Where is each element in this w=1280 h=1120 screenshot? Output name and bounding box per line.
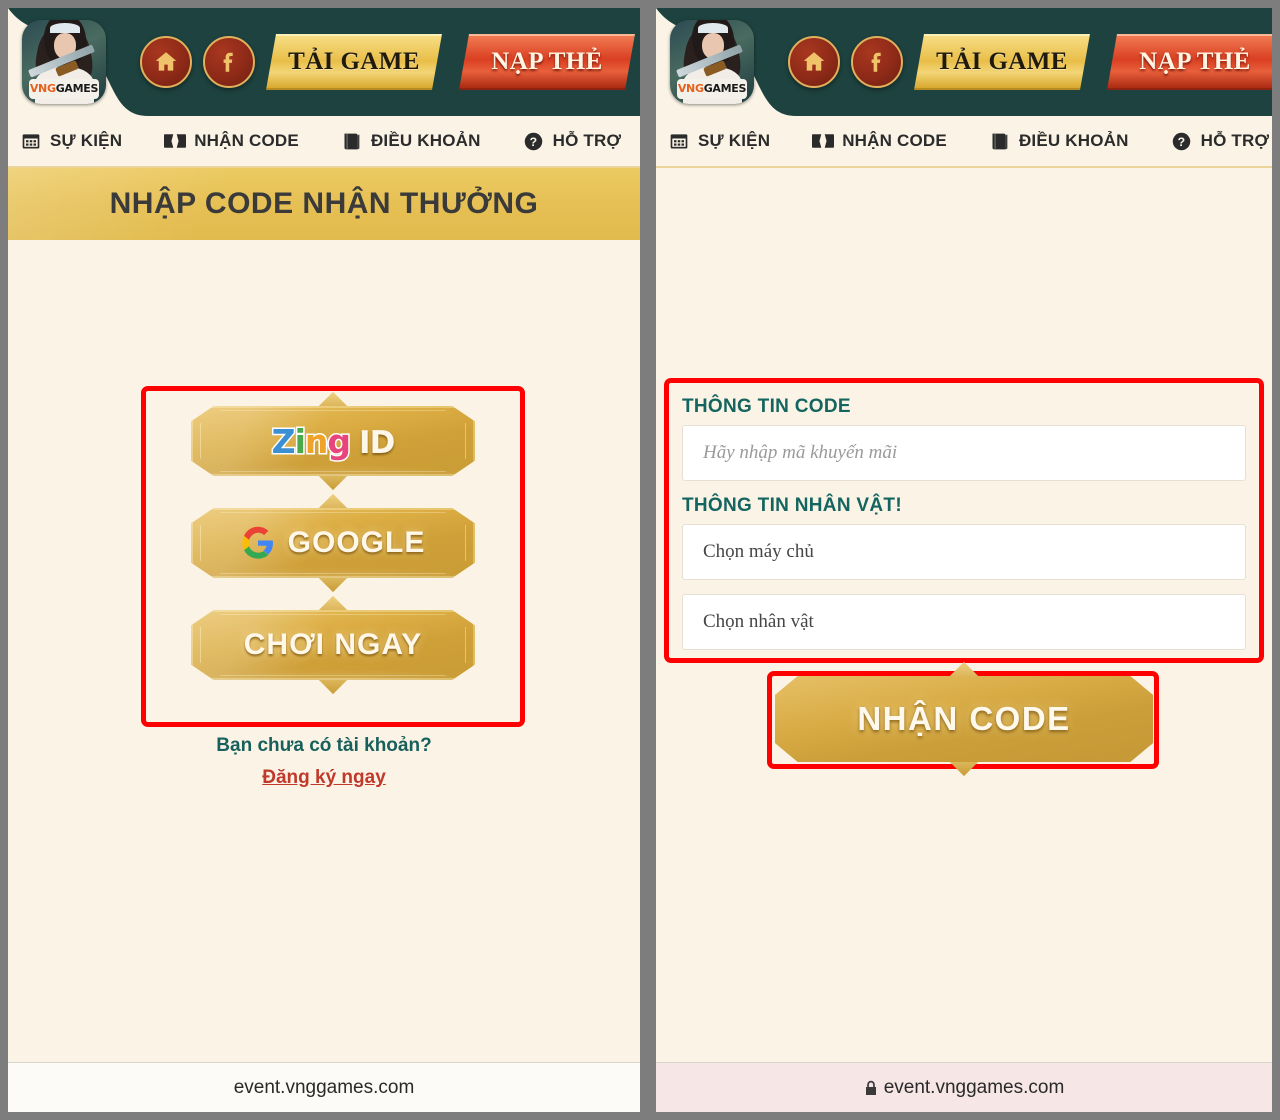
- topup-button[interactable]: NẠP THẺ: [1107, 34, 1272, 90]
- question-circle-icon: ?: [523, 130, 545, 152]
- login-google-button[interactable]: GOOGLE: [191, 508, 475, 578]
- nav-item-ho-tro[interactable]: ? HỖ TRỢ: [1171, 130, 1270, 152]
- server-select[interactable]: Chọn máy chủ: [682, 524, 1246, 580]
- home-button[interactable]: [788, 36, 840, 88]
- lock-icon: [864, 1080, 878, 1096]
- nav-item-su-kien[interactable]: SỰ KIỆN: [20, 130, 122, 152]
- login-zing-id-button[interactable]: Zi n g ID: [191, 406, 475, 476]
- facebook-icon: [223, 52, 233, 72]
- code-input[interactable]: Hãy nhập mã khuyến mãi: [682, 425, 1246, 481]
- ticket-icon: [812, 130, 835, 152]
- nav-label: HỖ TRỢ: [552, 131, 622, 150]
- games-text: GAMES: [55, 82, 99, 96]
- game-logo-icon[interactable]: VNG GAMES: [22, 20, 106, 104]
- zing-id-logo: Zi n g ID: [270, 420, 395, 462]
- nav-item-su-kien[interactable]: SỰ KIỆN: [668, 130, 770, 152]
- svg-text:?: ?: [530, 134, 538, 148]
- vnggames-logo-text: VNG GAMES: [676, 78, 748, 99]
- right-footer-url: event.vnggames.com: [883, 1076, 1065, 1098]
- page-title-banner: NHẬP CODE NHẬN THƯỞNG: [8, 168, 640, 240]
- submit-code-button[interactable]: NHẬN CODE: [775, 676, 1153, 762]
- right-browser-footer: event.vnggames.com: [656, 1062, 1272, 1112]
- play-now-label: CHƠI NGAY: [243, 628, 423, 661]
- character-select[interactable]: Chọn nhân vật: [682, 594, 1246, 650]
- topup-label: NẠP THẺ: [491, 48, 603, 75]
- nav-label: SỰ KIỆN: [50, 131, 123, 150]
- screenshot-stage: VNG GAMES TẢI GAME NẠP THẺ SỰ KIỆN NHẬN …: [0, 0, 1280, 1120]
- zing-letter-z: Z: [270, 420, 297, 462]
- calendar-icon: [668, 130, 690, 152]
- zing-letter-i: i: [293, 420, 307, 462]
- play-now-button-wrap: CHƠI NGAY: [191, 595, 475, 695]
- code-form: THÔNG TIN CODE Hãy nhập mã khuyến mãi TH…: [666, 380, 1262, 668]
- nav-item-dieu-khoan[interactable]: ĐIỀU KHOẢN: [341, 130, 481, 152]
- download-game-label: TẢI GAME: [936, 48, 1068, 75]
- nav-item-nhan-code[interactable]: NHẬN CODE: [164, 130, 299, 152]
- google-g-icon: [242, 526, 273, 559]
- submit-button-wrap: NHẬN CODE: [775, 661, 1153, 777]
- main-navigation: SỰ KIỆN NHẬN CODE ĐIỀU KHOẢN ? HỖ TRỢ: [656, 116, 1272, 168]
- question-circle-icon: ?: [1171, 130, 1193, 152]
- topup-label: NẠP THẺ: [1139, 48, 1251, 75]
- register-link[interactable]: Đăng ký ngay: [8, 767, 640, 789]
- games-text: GAMES: [703, 82, 747, 96]
- nav-label: HỖ TRỢ: [1200, 131, 1270, 150]
- zing-id-button-wrap: Zi n g ID: [191, 391, 475, 491]
- login-options-group: Zi n g ID GOOGLE CHƠI NGAY: [143, 388, 523, 725]
- right-content-area: THÔNG TIN CODE Hãy nhập mã khuyến mãi TH…: [656, 168, 1272, 1062]
- svg-text:?: ?: [1178, 134, 1186, 148]
- facebook-button[interactable]: [851, 36, 903, 88]
- nav-item-dieu-khoan[interactable]: ĐIỀU KHOẢN: [989, 130, 1129, 152]
- home-icon: [155, 52, 177, 71]
- vng-text: VNG: [677, 82, 704, 96]
- ticket-icon: [164, 130, 187, 152]
- nav-item-nhan-code[interactable]: NHẬN CODE: [812, 130, 947, 152]
- download-game-button[interactable]: TẢI GAME: [266, 34, 442, 90]
- topup-button[interactable]: NẠP THẺ: [459, 34, 635, 90]
- home-icon: [803, 52, 825, 71]
- book-icon: [989, 130, 1011, 152]
- left-browser-panel: VNG GAMES TẢI GAME NẠP THẺ SỰ KIỆN NHẬN …: [8, 8, 640, 1112]
- nav-label: ĐIỀU KHOẢN: [370, 131, 481, 150]
- code-section-label: THÔNG TIN CODE: [682, 396, 851, 417]
- main-navigation: SỰ KIỆN NHẬN CODE ĐIỀU KHOẢN ? HỖ TRỢ: [8, 116, 640, 168]
- left-footer-url: event.vnggames.com: [233, 1076, 415, 1098]
- home-button[interactable]: [140, 36, 192, 88]
- nav-item-ho-tro[interactable]: ? HỖ TRỢ: [523, 130, 622, 152]
- zing-letter-n: n: [303, 420, 329, 462]
- google-label: GOOGLE: [287, 526, 426, 559]
- nav-label: ĐIỀU KHOẢN: [1018, 131, 1129, 150]
- book-icon: [341, 130, 363, 152]
- submit-code-label: NHẬN CODE: [857, 700, 1071, 737]
- nav-label: NHẬN CODE: [842, 131, 947, 150]
- nav-label: NHẬN CODE: [194, 131, 299, 150]
- zing-letter-g: g: [326, 420, 353, 462]
- google-button-wrap: GOOGLE: [191, 493, 475, 593]
- vng-text: VNG: [29, 82, 56, 96]
- page-title: NHẬP CODE NHẬN THƯỞNG: [109, 187, 539, 220]
- vnggames-logo-text: VNG GAMES: [28, 78, 100, 99]
- calendar-icon: [20, 130, 42, 152]
- download-game-button[interactable]: TẢI GAME: [914, 34, 1090, 90]
- no-account-text: Bạn chưa có tài khoản?: [216, 735, 432, 756]
- left-browser-footer: event.vnggames.com: [8, 1062, 640, 1112]
- right-browser-panel: VNG GAMES TẢI GAME NẠP THẺ SỰ KIỆN NHẬN …: [656, 8, 1272, 1112]
- facebook-button[interactable]: [203, 36, 255, 88]
- site-header: VNG GAMES TẢI GAME NẠP THẺ: [8, 8, 640, 116]
- game-logo-icon[interactable]: VNG GAMES: [670, 20, 754, 104]
- zing-id-suffix: ID: [359, 424, 395, 461]
- site-header: VNG GAMES TẢI GAME NẠP THẺ: [656, 8, 1272, 116]
- play-now-button[interactable]: CHƠI NGAY: [191, 610, 475, 680]
- left-content-area: Zi n g ID GOOGLE CHƠI NGAY Bạn chưa có t…: [8, 240, 640, 1062]
- nav-label: SỰ KIỆN: [698, 131, 771, 150]
- character-section-label: THÔNG TIN NHÂN VẬT!: [682, 495, 902, 516]
- download-game-label: TẢI GAME: [288, 48, 420, 75]
- facebook-icon: [871, 52, 881, 72]
